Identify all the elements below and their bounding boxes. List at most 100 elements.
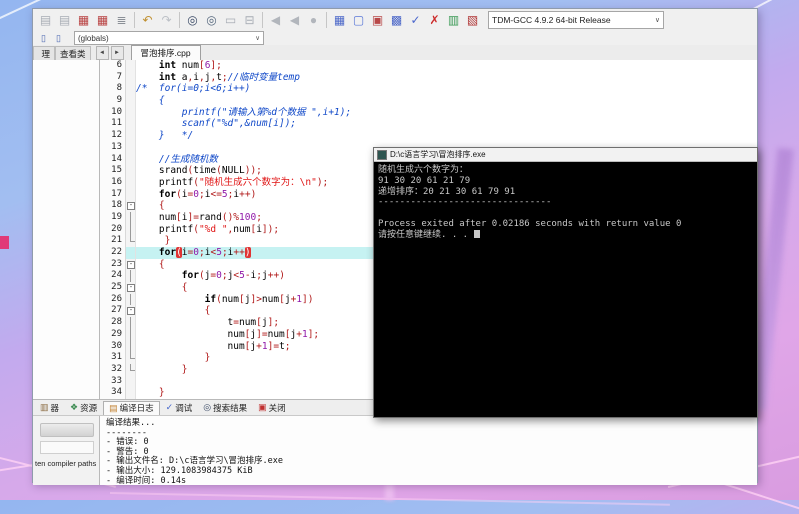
back-icon[interactable]: ◀ — [267, 12, 284, 29]
replace-icon[interactable]: ◎ — [203, 12, 220, 29]
run-icon[interactable]: ▢ — [350, 12, 367, 29]
line-number: 6 — [100, 60, 126, 72]
fold-margin — [126, 317, 136, 329]
delete-profile-icon[interactable]: ▧ — [464, 12, 481, 29]
console-title-bar[interactable]: D:\c语言学习\冒泡排序.exe — [374, 148, 757, 162]
code-text: printf("请输入第%d个数据 ",i+1); — [136, 107, 757, 119]
tab-close[interactable]: ▣关闭 — [253, 401, 291, 414]
goto-line-icon[interactable]: ▭ — [222, 12, 239, 29]
compile-icon[interactable]: ▦ — [331, 12, 348, 29]
code-line-6[interactable]: 6 int num[6]; — [100, 60, 757, 72]
profile-icon[interactable]: ▥ — [445, 12, 462, 29]
tab-label: 调试 — [175, 402, 192, 414]
file-members-icon[interactable]: ▯ — [52, 32, 65, 44]
line-number: 34 — [100, 387, 126, 399]
code-line-9[interactable]: 9 { — [100, 95, 757, 107]
line-number: 8 — [100, 83, 126, 95]
chevron-down-icon: ∨ — [655, 16, 660, 24]
find-icon[interactable]: ◎ — [184, 12, 201, 29]
line-number: 32 — [100, 364, 126, 376]
fold-margin — [126, 83, 136, 95]
open-icon[interactable]: ▤ — [56, 12, 73, 29]
tab-label: 搜索结果 — [213, 402, 247, 414]
console-window[interactable]: D:\c语言学习\冒泡排序.exe 随机生成六个数字为：91 30 20 61 … — [373, 147, 758, 418]
line-number: 26 — [100, 294, 126, 306]
bookmark-icon[interactable]: ⊟ — [241, 12, 258, 29]
tab-debug[interactable]: ✓调试 — [161, 401, 198, 414]
undo-icon[interactable]: ↶ — [139, 12, 156, 29]
save-all-icon[interactable]: ▦ — [94, 12, 111, 29]
line-number: 12 — [100, 130, 126, 142]
editor-tab-active[interactable]: 冒泡排序.cpp — [131, 45, 201, 60]
code-line-8[interactable]: 8/* for(i=0;i<6;i++) — [100, 83, 757, 95]
dock-tab-label: 理 — [41, 48, 50, 60]
forward-icon[interactable]: ◀ — [286, 12, 303, 29]
fold-margin — [126, 329, 136, 341]
tab-compile-log-icon: ▤ — [109, 403, 118, 414]
tab-debug-icon: ✓ — [166, 402, 174, 413]
fold-margin — [126, 294, 136, 306]
tab-scroll-right-button[interactable]: ► — [111, 46, 124, 60]
tab-search-results-icon: ◎ — [203, 402, 211, 413]
line-number: 14 — [100, 154, 126, 166]
dock-tab-classes[interactable]: 查看类 — [55, 46, 91, 60]
wallpaper-magenta-shape — [0, 236, 9, 249]
line-number: 16 — [100, 177, 126, 189]
fold-margin — [126, 142, 136, 154]
compiler-select[interactable]: TDM-GCC 4.9.2 64-bit Release ∨ — [488, 11, 664, 29]
code-line-11[interactable]: 11 scanf("%d",&num[i]); — [100, 118, 757, 130]
tab-compile-log[interactable]: ▤编译日志 — [103, 401, 160, 415]
fold-margin — [126, 72, 136, 84]
refresh-icon[interactable]: ● — [305, 12, 322, 29]
new-file-icon[interactable]: ▤ — [37, 12, 54, 29]
tab-resources[interactable]: ❖资源 — [65, 401, 102, 414]
code-line-12[interactable]: 12 } */ — [100, 130, 757, 142]
line-number: 31 — [100, 352, 126, 364]
print-icon[interactable]: ≣ — [113, 12, 130, 29]
tab-search-results[interactable]: ◎搜索结果 — [198, 401, 252, 414]
code-line-10[interactable]: 10 printf("请输入第%d个数据 ",i+1); — [100, 107, 757, 119]
main-toolbar: ▤▤▦▦≣↶↷◎◎▭⊟◀◀●▦▢▣▩✓✗▥▧ TDM-GCC 4.9.2 64-… — [33, 9, 757, 32]
log-line: 编译结果... — [106, 419, 757, 429]
tab-label: 关闭 — [269, 402, 286, 414]
abort-compilation-button[interactable] — [40, 423, 94, 437]
line-number: 23 — [100, 259, 126, 271]
save-icon[interactable]: ▦ — [75, 12, 92, 29]
tab-scroll-left-button[interactable]: ◄ — [96, 46, 109, 60]
redo-icon[interactable]: ↷ — [158, 12, 175, 29]
line-number: 21 — [100, 235, 126, 247]
rebuild-icon[interactable]: ▩ — [388, 12, 405, 29]
log-line: - 编译时间: 0.14s — [106, 477, 757, 485]
class-browser-toolbar: ▯▯ (globals) ∨ — [33, 31, 757, 46]
fold-margin — [126, 376, 136, 388]
tab-compiler[interactable]: ▥器 — [35, 401, 64, 414]
wallpaper-line — [110, 492, 670, 505]
line-number: 28 — [100, 317, 126, 329]
fold-toggle-icon[interactable]: - — [126, 305, 136, 317]
code-text: { — [136, 95, 757, 107]
syntax-check-icon[interactable]: ✓ — [407, 12, 424, 29]
code-line-7[interactable]: 7 int a,i,j,t;//临时变量temp — [100, 72, 757, 84]
fold-margin — [126, 177, 136, 189]
chevron-down-icon: ∨ — [255, 34, 260, 42]
class-browser-icon[interactable]: ▯ — [37, 32, 50, 44]
globals-select-label: (globals) — [78, 34, 109, 43]
compile-run-icon[interactable]: ▣ — [369, 12, 386, 29]
dock-tab-project[interactable]: 理 — [33, 46, 55, 60]
editor-tab-label: 冒泡排序.cpp — [141, 47, 191, 59]
console-line: 随机生成六个数字为： — [378, 165, 753, 176]
fold-toggle-icon[interactable]: - — [126, 282, 136, 294]
tab-label: 资源 — [80, 402, 97, 414]
console-title: D:\c语言学习\冒泡排序.exe — [390, 149, 486, 160]
fold-toggle-icon[interactable]: - — [126, 200, 136, 212]
line-number: 11 — [100, 118, 126, 130]
line-number: 24 — [100, 270, 126, 282]
abort-compile-icon[interactable]: ✗ — [426, 12, 443, 29]
line-number: 30 — [100, 341, 126, 353]
project-browser-panel[interactable] — [33, 60, 100, 399]
tab-label: 编译日志 — [120, 402, 154, 414]
tab-label: 器 — [51, 402, 60, 414]
fold-margin — [126, 95, 136, 107]
globals-select[interactable]: (globals) ∨ — [74, 31, 264, 45]
fold-toggle-icon[interactable]: - — [126, 259, 136, 271]
